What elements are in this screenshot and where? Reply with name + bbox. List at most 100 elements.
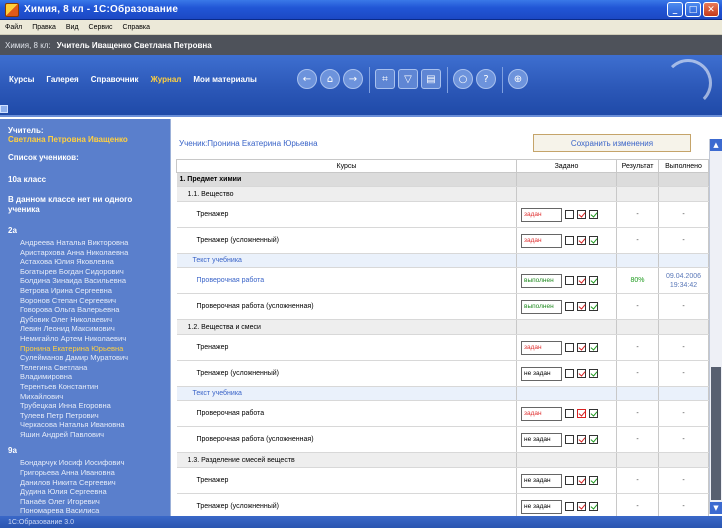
- course-item-name[interactable]: Проверочная работа: [176, 267, 517, 294]
- nav-reference[interactable]: Справочник: [91, 75, 139, 84]
- assignment-checkbox[interactable]: [577, 476, 586, 485]
- vertical-scrollbar[interactable]: ▲ ▼: [709, 139, 722, 514]
- menu-edit[interactable]: Правка: [27, 24, 61, 31]
- assignment-checkbox[interactable]: [589, 409, 598, 418]
- student-list-item[interactable]: Сулейманов Дамир Муратович: [0, 353, 170, 363]
- assignment-status-field[interactable]: задан: [521, 207, 562, 222]
- assignment-status-field[interactable]: задан: [521, 340, 562, 355]
- assignment-checkbox[interactable]: [577, 276, 586, 285]
- assignment-status-field[interactable]: выполнен: [521, 273, 562, 288]
- assignment-checkbox[interactable]: [577, 435, 586, 444]
- class-10a[interactable]: 10а класс: [0, 168, 170, 187]
- class-2a[interactable]: 2а: [0, 219, 170, 238]
- student-list-item[interactable]: Дубовик Олег Николаевич: [0, 315, 170, 325]
- assignment-status-field[interactable]: задан: [521, 233, 562, 248]
- assignment-checkbox[interactable]: [589, 236, 598, 245]
- assignment-status-field[interactable]: не задан: [521, 473, 562, 488]
- student-list-item[interactable]: Пронина Екатерина Юрьевна: [0, 344, 170, 354]
- student-list-item[interactable]: Андреева Наталья Викторовна: [0, 238, 170, 248]
- assignment-checkbox[interactable]: [577, 343, 586, 352]
- assignment-checkbox[interactable]: [589, 502, 598, 511]
- minimize-icon[interactable]: _: [667, 2, 683, 17]
- student-list-item[interactable]: Говорова Ольга Валерьевна: [0, 305, 170, 315]
- class-9a[interactable]: 9а: [0, 439, 170, 458]
- course-item-name[interactable]: Тренажер (усложненный): [176, 360, 517, 387]
- nav-courses[interactable]: Курсы: [9, 75, 34, 84]
- student-list-item[interactable]: Трубецкая Инна Егоровна: [0, 401, 170, 411]
- course-item-name[interactable]: Проверочная работа (усложненная): [176, 293, 517, 320]
- search-icon[interactable]: ○: [453, 69, 473, 89]
- bookmark-icon[interactable]: ▽: [398, 69, 418, 89]
- student-list-item[interactable]: Григорьева Анна Ивановна: [0, 468, 170, 478]
- student-list-item[interactable]: Яшин Андрей Павлович: [0, 430, 170, 440]
- assignment-checkbox[interactable]: [577, 236, 586, 245]
- assignment-status-field[interactable]: не задан: [521, 432, 562, 447]
- menu-view[interactable]: Вид: [61, 24, 84, 31]
- student-list-item[interactable]: Данилов Никита Сергеевич: [0, 478, 170, 488]
- student-list-item[interactable]: Бондарчук Иосиф Иосифович: [0, 458, 170, 468]
- save-changes-button[interactable]: Сохранить изменения: [533, 134, 691, 152]
- student-list-item[interactable]: Владимировна: [0, 372, 170, 382]
- student-list-item[interactable]: Немигайло Артем Николаевич: [0, 334, 170, 344]
- print-icon[interactable]: ▤: [421, 69, 441, 89]
- student-list-item[interactable]: Дудина Юлия Сергеевна: [0, 487, 170, 497]
- assignment-checkbox[interactable]: [577, 369, 586, 378]
- student-list-item[interactable]: Телегина Светлана: [0, 363, 170, 373]
- student-list-item[interactable]: Богатырев Богдан Сидорович: [0, 267, 170, 277]
- assignment-checkbox[interactable]: [577, 502, 586, 511]
- student-list-item[interactable]: Ветрова Ирина Сергеевна: [0, 286, 170, 296]
- home-icon[interactable]: ⌂: [320, 69, 340, 89]
- student-list-item[interactable]: Пономарева Василиса: [0, 506, 170, 516]
- menu-service[interactable]: Сервис: [84, 24, 118, 31]
- assignment-checkbox[interactable]: [565, 302, 574, 311]
- assignment-checkbox[interactable]: [589, 343, 598, 352]
- nav-my-materials[interactable]: Мои материалы: [193, 75, 257, 84]
- student-list-item[interactable]: Астахова Юлия Яковлевна: [0, 257, 170, 267]
- expand-toggle[interactable]: [0, 105, 8, 113]
- assignment-checkbox[interactable]: [565, 435, 574, 444]
- scroll-down-icon[interactable]: ▼: [710, 502, 722, 514]
- assignment-checkbox[interactable]: [565, 236, 574, 245]
- student-list-item[interactable]: Михайлович: [0, 392, 170, 402]
- assignment-checkbox[interactable]: [565, 409, 574, 418]
- assignment-checkbox[interactable]: [565, 343, 574, 352]
- assignment-checkbox[interactable]: [577, 302, 586, 311]
- assignment-status-field[interactable]: задан: [521, 406, 562, 421]
- help-icon[interactable]: ?: [476, 69, 496, 89]
- assignment-checkbox[interactable]: [565, 502, 574, 511]
- assignment-checkbox[interactable]: [565, 210, 574, 219]
- assignment-checkbox[interactable]: [565, 276, 574, 285]
- course-item-name[interactable]: Тренажер (усложненный): [176, 227, 517, 254]
- menu-file[interactable]: Файл: [0, 24, 27, 31]
- assignment-checkbox[interactable]: [577, 210, 586, 219]
- student-list-item[interactable]: Панаёв Олег Игоревич: [0, 497, 170, 507]
- student-list-item[interactable]: Левин Леонид Максимович: [0, 324, 170, 334]
- assignment-status-field[interactable]: не задан: [521, 499, 562, 514]
- assignment-checkbox[interactable]: [589, 476, 598, 485]
- assignment-checkbox[interactable]: [589, 210, 598, 219]
- nav-journal[interactable]: Журнал: [151, 75, 182, 84]
- scroll-track[interactable]: [711, 154, 721, 364]
- assignment-checkbox[interactable]: [577, 409, 586, 418]
- student-list-item[interactable]: Черкасова Наталья Ивановна: [0, 420, 170, 430]
- assignment-status-field[interactable]: не задан: [521, 366, 562, 381]
- scroll-up-icon[interactable]: ▲: [710, 139, 722, 151]
- assignment-checkbox[interactable]: [589, 276, 598, 285]
- maximize-icon[interactable]: □: [685, 2, 701, 17]
- student-list-item[interactable]: Болдина Зинаида Васильевна: [0, 276, 170, 286]
- student-list-item[interactable]: Воронов Степан Сергеевич: [0, 296, 170, 306]
- assignment-status-field[interactable]: выполнен: [521, 299, 562, 314]
- textbook-link[interactable]: Текст учебника: [176, 253, 517, 268]
- student-list-item[interactable]: Аристархова Анна Николаевна: [0, 248, 170, 258]
- assignment-checkbox[interactable]: [589, 369, 598, 378]
- course-item-name[interactable]: Проверочная работа: [176, 400, 517, 427]
- nav-gallery[interactable]: Галерея: [46, 75, 78, 84]
- course-item-name[interactable]: Тренажер: [176, 334, 517, 361]
- student-list-item[interactable]: Тулеев Петр Петрович: [0, 411, 170, 421]
- assignment-checkbox[interactable]: [589, 302, 598, 311]
- textbook-link[interactable]: Текст учебника: [176, 386, 517, 401]
- close-icon[interactable]: ✕: [703, 2, 719, 17]
- back-arrow-icon[interactable]: ←: [297, 69, 317, 89]
- course-item-name[interactable]: Тренажер: [176, 467, 517, 494]
- course-item-name[interactable]: Проверочная работа (усложненная): [176, 426, 517, 453]
